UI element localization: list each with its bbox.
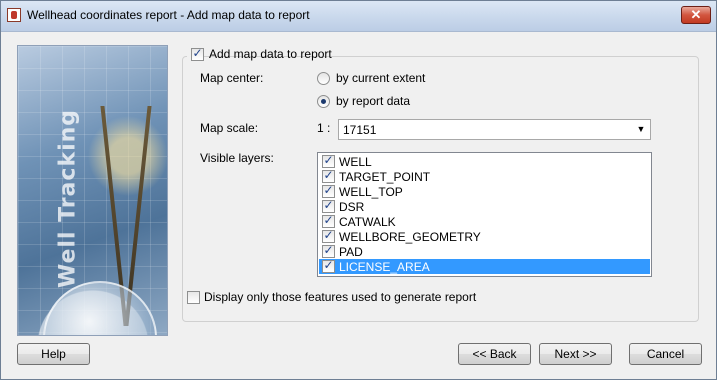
layer-item-dsr[interactable]: DSR [319, 198, 650, 214]
layer-checkbox[interactable] [322, 213, 335, 228]
layer-item-license-area[interactable]: LICENSE_AREA [319, 258, 650, 274]
layer-item-catwalk[interactable]: CATWALK [319, 213, 650, 229]
next-button[interactable]: Next >> [539, 343, 612, 365]
layer-label: TARGET_POINT [339, 170, 431, 184]
layer-checkbox[interactable] [322, 198, 335, 213]
window-title: Wellhead coordinates report - Add map da… [27, 8, 310, 22]
layer-item-target-point[interactable]: TARGET_POINT [319, 168, 650, 184]
layer-label: WELL [339, 155, 372, 169]
map-center-label: Map center: [200, 71, 264, 85]
layer-item-pad[interactable]: PAD [319, 243, 650, 259]
well-tracking-banner: Well Tracking [17, 45, 168, 336]
layer-label: DSR [339, 200, 365, 214]
help-button[interactable]: Help [17, 343, 90, 365]
dialog-window: Wellhead coordinates report - Add map da… [0, 0, 717, 380]
app-icon [7, 8, 21, 22]
layer-checkbox[interactable] [322, 168, 335, 183]
banner-text: Well Tracking [55, 108, 81, 289]
layer-label: CATWALK [339, 215, 396, 229]
close-button[interactable]: ✕ [681, 6, 711, 24]
layer-checkbox[interactable] [322, 183, 335, 198]
radio-report-data-label[interactable]: by report data [336, 94, 410, 108]
layer-label: LICENSE_AREA [339, 260, 430, 274]
layer-item-well[interactable]: WELL [319, 153, 650, 169]
layer-item-well-top[interactable]: WELL_TOP [319, 183, 650, 199]
layer-item-wellbore-geometry[interactable]: WELLBORE_GEOMETRY [319, 228, 650, 244]
chevron-down-icon[interactable]: ▼ [634, 122, 648, 137]
map-scale-label: Map scale: [200, 121, 259, 135]
layer-checkbox[interactable] [322, 243, 335, 258]
display-only-label[interactable]: Display only those features used to gene… [204, 290, 476, 304]
title-bar: Wellhead coordinates report - Add map da… [1, 1, 716, 32]
layer-checkbox[interactable] [322, 153, 335, 168]
layer-label: WELLBORE_GEOMETRY [339, 230, 481, 244]
map-scale-prefix: 1 : [317, 121, 331, 135]
visible-layers-list[interactable]: WELL TARGET_POINT WELL_TOP DSR CATWALK W… [317, 152, 652, 277]
display-only-checkbox[interactable] [187, 291, 200, 304]
radio-current-extent-label[interactable]: by current extent [336, 71, 425, 85]
cancel-button[interactable]: Cancel [629, 343, 702, 365]
visible-layers-label: Visible layers: [200, 151, 274, 165]
map-scale-combobox[interactable]: 17151 ▼ [338, 119, 651, 140]
layer-checkbox[interactable] [322, 258, 335, 273]
radio-report-data[interactable] [317, 95, 330, 108]
radio-current-extent[interactable] [317, 72, 330, 85]
layer-label: PAD [339, 245, 363, 259]
layer-checkbox[interactable] [322, 228, 335, 243]
back-button[interactable]: << Back [458, 343, 531, 365]
layer-label: WELL_TOP [339, 185, 403, 199]
map-scale-value: 17151 [343, 123, 377, 137]
